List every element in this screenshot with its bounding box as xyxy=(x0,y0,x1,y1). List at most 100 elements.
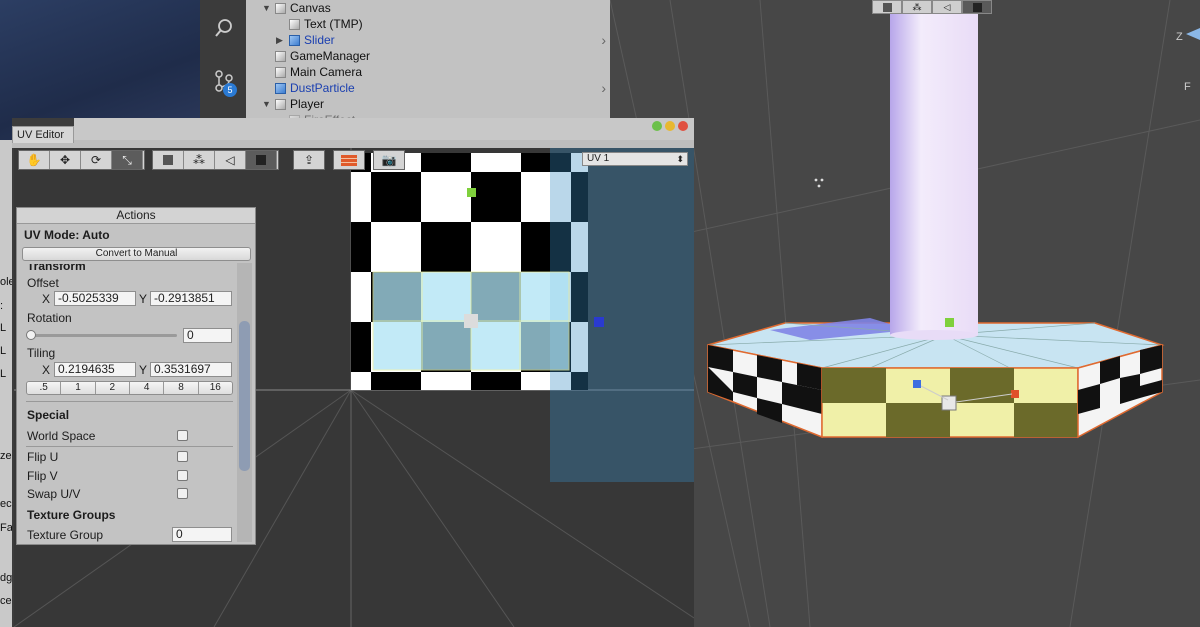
hierarchy-item[interactable]: DustParticle xyxy=(262,80,355,96)
tiling-y-label: Y xyxy=(139,363,148,377)
scale-tool-button[interactable]: ⤡ xyxy=(112,151,143,169)
offset-y-label: Y xyxy=(139,292,148,306)
uv-editor-titlebar xyxy=(74,118,694,140)
rotation-field[interactable]: 0 xyxy=(183,328,232,343)
pillar xyxy=(890,10,978,335)
expand-arrow-icon[interactable]: ▼ xyxy=(262,99,271,109)
flip-u-checkbox[interactable] xyxy=(177,451,188,462)
close-window-button[interactable] xyxy=(678,121,688,131)
edge-fragment: dg xyxy=(0,572,13,584)
rotate-icon: ⟳ xyxy=(90,153,102,167)
hand-icon: ✋ xyxy=(26,153,42,167)
actions-scrollbar[interactable] xyxy=(237,263,252,542)
unity-gameobject-icon xyxy=(275,2,286,14)
offset-x-field[interactable]: -0.5025339 xyxy=(54,291,136,306)
hierarchy-item-label: Canvas xyxy=(290,1,331,15)
export-uv-button[interactable]: ⇪ xyxy=(293,150,325,170)
uv-vertex-mode-button[interactable]: ⁂ xyxy=(184,151,215,169)
world-space-label: World Space xyxy=(27,429,96,443)
hierarchy-item-label: GameManager xyxy=(290,49,371,63)
divider xyxy=(26,401,233,402)
edge-mode-icon: ◁ xyxy=(225,153,235,167)
search-icon[interactable] xyxy=(214,18,234,38)
uv-handle-center xyxy=(464,314,478,328)
object-mode-icon xyxy=(882,2,892,12)
screenshot-button[interactable]: 📷 xyxy=(373,150,405,170)
uv-select-mode-group: ⁂ ◁ xyxy=(152,150,279,170)
rotation-slider-track[interactable] xyxy=(29,334,177,337)
hierarchy-item-label: DustParticle xyxy=(290,81,355,95)
edge-mode-button[interactable]: ◁ xyxy=(932,0,962,14)
chevron-right-icon[interactable]: › xyxy=(601,80,606,96)
move-tool-button[interactable]: ✥ xyxy=(50,151,81,169)
edge-fragment: L xyxy=(0,322,7,334)
object-mode-button[interactable] xyxy=(872,0,902,14)
uv-object-mode-button[interactable] xyxy=(153,151,184,169)
edge-fragment: ec xyxy=(0,498,12,510)
face-mode-button[interactable] xyxy=(962,0,992,14)
edge-fragment: : xyxy=(0,300,4,312)
rotate-tool-button[interactable]: ⟳ xyxy=(81,151,112,169)
chevron-right-icon[interactable]: › xyxy=(601,32,606,48)
vertex-mode-icon: ⁂ xyxy=(912,1,922,12)
uv-handle-green xyxy=(467,188,476,197)
hierarchy-panel: ▼ Canvas Text (TMP) ▶ Slider GameManager Main … xyxy=(246,0,610,121)
flip-v-label: Flip V xyxy=(27,469,58,483)
tiling-x-label: X xyxy=(42,363,51,377)
uv-tool-group: ✋ ✥ ⟳ ⤡ xyxy=(18,150,145,170)
uv-face-mode-button[interactable] xyxy=(246,151,277,169)
vertex-mode-button[interactable]: ⁂ xyxy=(902,0,932,14)
tiling-preset-button[interactable]: 1 xyxy=(61,382,96,394)
hierarchy-item[interactable]: GameManager xyxy=(262,48,370,64)
hierarchy-item[interactable]: Text (TMP) xyxy=(276,16,363,32)
tiling-preset-button[interactable]: 4 xyxy=(129,382,165,394)
collab-toolbar: 5 xyxy=(200,0,246,120)
actions-title: Actions xyxy=(17,208,255,224)
uv-channel-select[interactable]: UV 1 ⬍ xyxy=(582,152,688,166)
uv-channel-value: UV 1 xyxy=(587,153,610,164)
uv-editor-tab[interactable]: UV Editor xyxy=(12,126,74,143)
flip-v-checkbox[interactable] xyxy=(177,470,188,481)
convert-to-manual-button[interactable]: Convert to Manual xyxy=(22,247,251,261)
uv-edge-mode-button[interactable]: ◁ xyxy=(215,151,246,169)
zoom-window-button[interactable] xyxy=(652,121,662,131)
svg-text:Z: Z xyxy=(1176,31,1183,43)
tiling-label: Tiling xyxy=(27,346,56,360)
actions-panel: Actions UV Mode: Auto Convert to Manual … xyxy=(16,207,256,545)
scene-selection-toolbar: ⁂ ◁ xyxy=(872,0,992,14)
texture-preview-button[interactable] xyxy=(333,150,365,170)
offset-y-field[interactable]: -0.2913851 xyxy=(150,291,232,306)
tiling-preset-button[interactable]: 2 xyxy=(95,382,130,394)
hierarchy-item[interactable]: ▼ Canvas xyxy=(262,0,331,16)
hierarchy-item[interactable]: ▶ Slider xyxy=(276,32,335,48)
texture-group-field[interactable]: 0 xyxy=(172,527,232,542)
swap-uv-label: Swap U/V xyxy=(27,487,81,501)
tiling-y-field[interactable]: 0.3531697 xyxy=(150,362,232,377)
world-space-checkbox[interactable] xyxy=(177,430,188,441)
scene-viewport[interactable]: Z F ⁂ ◁ xyxy=(610,0,1200,627)
svg-text:F: F xyxy=(1184,81,1191,93)
uv-mode-label: UV Mode: Auto xyxy=(24,228,110,242)
pivot-handle-red xyxy=(1011,390,1019,398)
tiling-x-field[interactable]: 0.2194635 xyxy=(54,362,136,377)
swap-uv-checkbox[interactable] xyxy=(177,488,188,499)
rotation-label: Rotation xyxy=(27,311,72,325)
minimize-window-button[interactable] xyxy=(665,121,675,131)
texture-group-label: Texture Group xyxy=(27,528,104,542)
tiling-preset-button[interactable]: 16 xyxy=(198,382,232,394)
hierarchy-item-label: Player xyxy=(290,97,325,111)
edge-fragment: L xyxy=(0,368,7,380)
hierarchy-item[interactable]: Main Camera xyxy=(262,64,362,80)
scrollbar-thumb[interactable] xyxy=(239,321,250,471)
collapse-arrow-icon[interactable]: ▶ xyxy=(276,35,285,46)
edge-mode-icon: ◁ xyxy=(943,1,951,12)
hand-tool-button[interactable]: ✋ xyxy=(19,151,50,169)
scene-geometry: Z F xyxy=(610,0,1200,627)
expand-arrow-icon[interactable]: ▼ xyxy=(262,3,271,13)
tiling-preset-button[interactable]: .5 xyxy=(27,382,62,394)
hierarchy-item[interactable]: ▼ Player xyxy=(262,96,324,112)
rotation-slider-handle[interactable] xyxy=(26,330,36,340)
face-mode-icon xyxy=(256,155,266,165)
tiling-preset-button[interactable]: 8 xyxy=(164,382,199,394)
edge-fragment: ce xyxy=(0,595,12,607)
